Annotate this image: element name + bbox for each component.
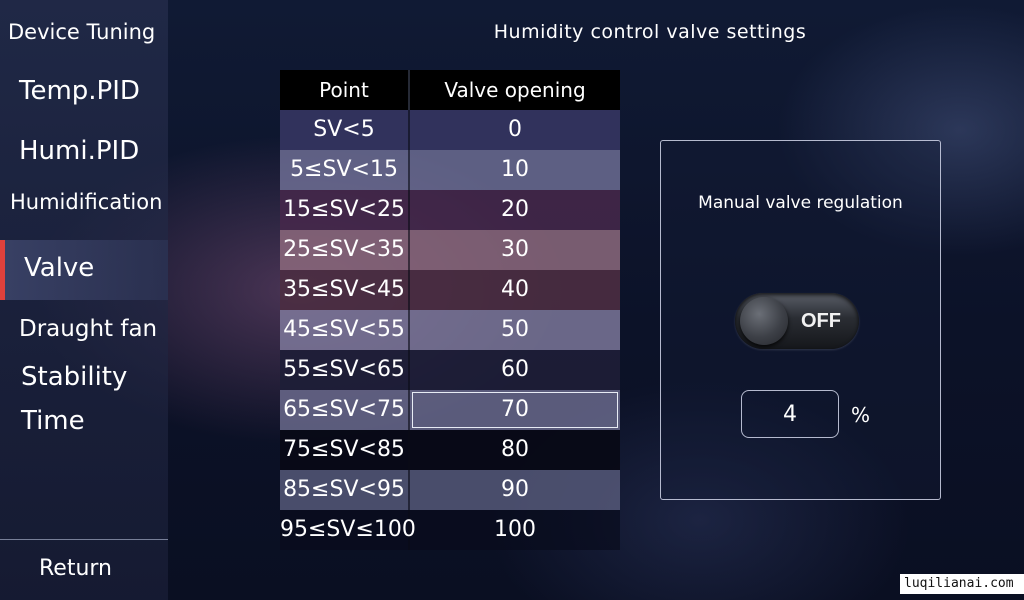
header-point: Point <box>280 70 410 110</box>
point-cell: SV<5 <box>280 110 410 150</box>
active-indicator <box>0 240 5 300</box>
valve-percent-input[interactable] <box>741 390 839 438</box>
table-row: 35≤SV<45 40 <box>280 270 620 310</box>
table-row: 25≤SV<35 30 <box>280 230 620 270</box>
opening-cell[interactable]: 80 <box>410 430 620 470</box>
point-cell: 15≤SV<25 <box>280 190 410 230</box>
manual-regulation-panel: Manual valve regulation OFF % <box>660 140 941 500</box>
table-row: 75≤SV<85 80 <box>280 430 620 470</box>
sidebar-item-humi-pid[interactable]: Humi.PID <box>19 136 187 166</box>
sidebar-item-label: Valve <box>24 253 95 283</box>
table-row: 65≤SV<75 70 <box>280 390 620 430</box>
sidebar-item-valve[interactable]: Valve <box>0 240 168 300</box>
page-title: Humidity control valve settings <box>493 21 807 43</box>
sidebar-header: Device Tuning <box>8 20 156 44</box>
manual-toggle-switch[interactable]: OFF <box>735 293 859 349</box>
opening-cell[interactable]: 0 <box>410 110 620 150</box>
point-cell: 45≤SV<55 <box>280 310 410 350</box>
sidebar-item-humidification[interactable]: Humidification <box>10 190 178 214</box>
opening-cell[interactable]: 10 <box>410 150 620 190</box>
opening-cell-selected[interactable]: 70 <box>410 390 620 430</box>
point-cell: 25≤SV<35 <box>280 230 410 270</box>
sidebar: Device Tuning Temp.PID Humi.PID Humidifi… <box>0 0 168 600</box>
opening-cell[interactable]: 60 <box>410 350 620 390</box>
opening-cell[interactable]: 100 <box>410 510 620 550</box>
point-cell: 35≤SV<45 <box>280 270 410 310</box>
opening-cell[interactable]: 50 <box>410 310 620 350</box>
table-row: 55≤SV<65 60 <box>280 350 620 390</box>
point-cell: 55≤SV<65 <box>280 350 410 390</box>
point-cell: 65≤SV<75 <box>280 390 410 430</box>
sidebar-item-stability[interactable]: Stability <box>21 362 189 392</box>
sidebar-item-draught-fan[interactable]: Draught fan <box>19 316 187 342</box>
table-row: SV<5 0 <box>280 110 620 150</box>
point-cell: 75≤SV<85 <box>280 430 410 470</box>
opening-cell[interactable]: 90 <box>410 470 620 510</box>
table-row: 5≤SV<15 10 <box>280 150 620 190</box>
table-row: 15≤SV<25 20 <box>280 190 620 230</box>
header-valve-opening: Valve opening <box>444 78 586 102</box>
point-cell: 95≤SV≤100 <box>280 510 416 550</box>
sidebar-divider <box>0 539 168 540</box>
table-row: 85≤SV<95 90 <box>280 470 620 510</box>
table-row: 95≤SV≤100 100 <box>280 510 620 550</box>
table-header: Point Valve opening <box>280 70 620 110</box>
sidebar-item-temp-pid[interactable]: Temp.PID <box>19 76 187 106</box>
table-row: 45≤SV<55 50 <box>280 310 620 350</box>
point-cell: 85≤SV<95 <box>280 470 410 510</box>
sidebar-item-time[interactable]: Time <box>21 406 189 436</box>
toggle-knob <box>740 297 788 345</box>
percent-unit-label: % <box>851 403 871 427</box>
watermark-text: luqilianai.com <box>900 574 1024 594</box>
opening-cell[interactable]: 40 <box>410 270 620 310</box>
opening-cell[interactable]: 30 <box>410 230 620 270</box>
valve-table: Point Valve opening SV<5 0 5≤SV<15 10 15… <box>280 70 620 550</box>
toggle-state-label: OFF <box>801 310 841 332</box>
return-button[interactable]: Return <box>39 556 207 581</box>
point-cell: 5≤SV<15 <box>280 150 410 190</box>
manual-regulation-title: Manual valve regulation <box>698 193 903 213</box>
opening-cell[interactable]: 20 <box>410 190 620 230</box>
